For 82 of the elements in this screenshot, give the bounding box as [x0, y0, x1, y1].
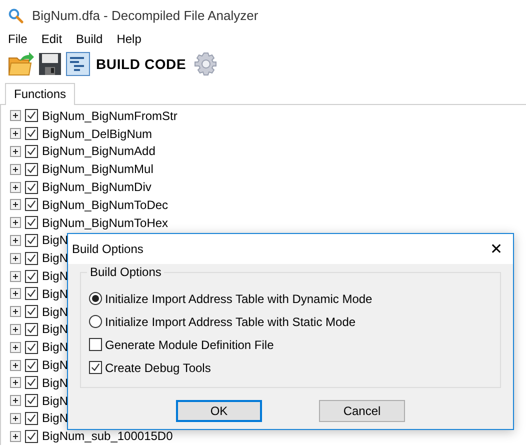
- close-button[interactable]: ✕: [490, 240, 503, 258]
- function-name[interactable]: BigN: [42, 322, 68, 336]
- checkbox[interactable]: [25, 358, 38, 372]
- expand-icon[interactable]: [10, 234, 21, 246]
- menu-item[interactable]: Build: [76, 32, 103, 46]
- checkbox[interactable]: [25, 216, 38, 230]
- expand-icon[interactable]: [10, 128, 21, 140]
- checkbox[interactable]: [25, 430, 38, 443]
- dialog-button[interactable]: OK: [176, 400, 262, 422]
- function-name[interactable]: BigN: [42, 340, 68, 354]
- expand-icon[interactable]: [10, 182, 21, 193]
- option-label: Create Debug Tools: [105, 360, 211, 374]
- radio-button[interactable]: [89, 315, 102, 328]
- checkbox[interactable]: [25, 144, 38, 158]
- document-lines-icon[interactable]: [66, 52, 90, 76]
- function-name[interactable]: BigN: [42, 411, 68, 426]
- expand-icon[interactable]: [10, 164, 21, 175]
- checkbox[interactable]: [25, 198, 38, 212]
- menu-item[interactable]: File: [8, 32, 28, 46]
- function-name[interactable]: BigN: [42, 269, 68, 284]
- expand-icon[interactable]: [10, 110, 21, 122]
- expand-icon[interactable]: [10, 430, 21, 442]
- function-name[interactable]: BigNum_BigNumToHex: [42, 216, 168, 230]
- function-name[interactable]: BigNum_BigNumFromStr: [42, 108, 178, 123]
- expand-icon[interactable]: [10, 377, 21, 388]
- build-code-label[interactable]: BUILD CODE: [96, 56, 186, 72]
- function-name[interactable]: BigN: [42, 358, 68, 372]
- expand-icon[interactable]: [10, 360, 21, 371]
- function-name[interactable]: BigNum_DelBigNum: [42, 126, 152, 141]
- checkbox[interactable]: [89, 361, 102, 374]
- checkbox[interactable]: [25, 234, 38, 247]
- radio-button[interactable]: [89, 292, 102, 305]
- magnifier-icon: [8, 8, 24, 24]
- checkbox[interactable]: [25, 109, 38, 122]
- function-name[interactable]: BigN: [42, 394, 68, 408]
- checkbox[interactable]: [25, 127, 38, 140]
- expand-icon[interactable]: [10, 342, 21, 353]
- option-label: Initialize Import Address Table with Dynamic Mode: [105, 292, 372, 306]
- function-name[interactable]: BigNum_BigNumMul: [42, 162, 154, 176]
- expand-icon[interactable]: [10, 270, 21, 282]
- function-name[interactable]: BigNum_BigNumAdd: [42, 144, 156, 158]
- checkbox[interactable]: [25, 162, 38, 176]
- settings-icon[interactable]: [194, 52, 218, 76]
- expand-icon[interactable]: [10, 324, 21, 335]
- checkbox[interactable]: [25, 412, 38, 425]
- menu-item[interactable]: Help: [116, 32, 142, 46]
- function-name[interactable]: BigN: [42, 304, 68, 319]
- checkbox[interactable]: [25, 180, 38, 194]
- function-name[interactable]: BigN: [42, 376, 68, 390]
- checkbox[interactable]: [25, 287, 38, 300]
- checkbox[interactable]: [25, 394, 38, 408]
- function-name[interactable]: BigN: [42, 286, 68, 301]
- checkbox[interactable]: [25, 305, 38, 318]
- checkbox[interactable]: [25, 322, 38, 336]
- function-name[interactable]: BigN: [42, 251, 68, 266]
- expand-icon[interactable]: [10, 288, 21, 300]
- expand-icon[interactable]: [10, 199, 21, 210]
- function-name[interactable]: BigNum_BigNumToDec: [42, 198, 168, 212]
- checkbox[interactable]: [89, 338, 102, 351]
- function-name[interactable]: BigN: [42, 233, 68, 248]
- checkbox[interactable]: [25, 340, 38, 354]
- expand-icon[interactable]: [10, 412, 21, 424]
- dialog-button[interactable]: Cancel: [319, 400, 405, 422]
- option-label: Initialize Import Address Table with Static Mode: [105, 314, 356, 328]
- expand-icon[interactable]: [10, 306, 21, 318]
- open-folder-icon[interactable]: [8, 51, 34, 77]
- checkbox[interactable]: [25, 270, 38, 283]
- function-name[interactable]: BigNum_sub_100015D0: [42, 429, 173, 444]
- checkbox[interactable]: [25, 252, 38, 265]
- menu-item[interactable]: Edit: [41, 32, 62, 46]
- save-icon[interactable]: [38, 52, 62, 76]
- expand-icon[interactable]: [10, 252, 21, 264]
- tab[interactable]: Functions: [5, 83, 76, 105]
- option-label: Generate Module Definition File: [105, 338, 274, 352]
- window-title: BigNum.dfa - Decompiled File Analyzer: [32, 8, 258, 23]
- expand-icon[interactable]: [10, 395, 21, 406]
- expand-icon[interactable]: [10, 217, 21, 228]
- expand-icon[interactable]: [10, 146, 21, 157]
- checkbox[interactable]: [25, 376, 38, 390]
- function-name[interactable]: BigNum_BigNumDiv: [42, 180, 152, 194]
- dialog-title: Build Options: [72, 242, 144, 256]
- group-title: Build Options: [87, 265, 164, 279]
